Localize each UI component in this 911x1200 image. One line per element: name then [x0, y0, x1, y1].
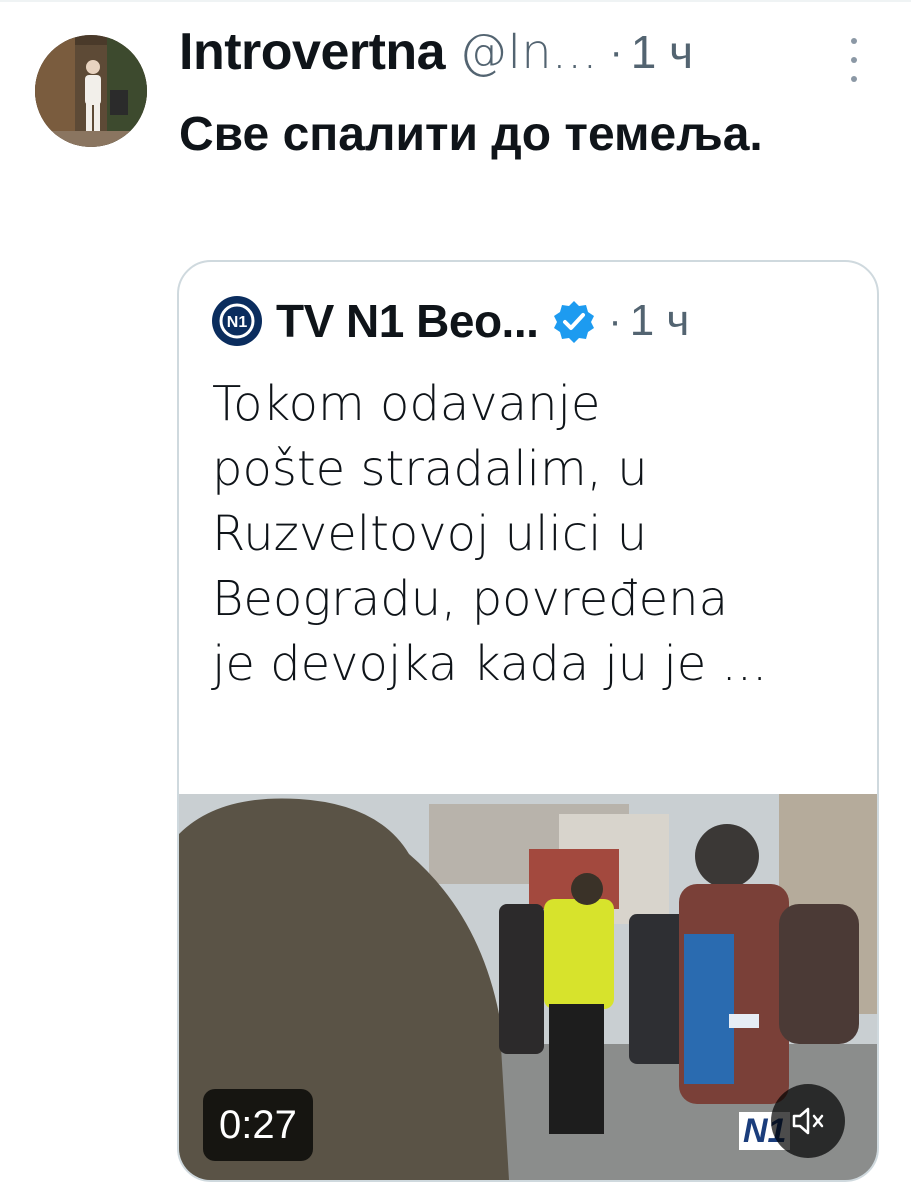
tweet-header: Introvertna @In... · 1 ч — [179, 22, 693, 82]
video-player[interactable]: 0:27 N1 — [179, 794, 877, 1180]
svg-text:N1: N1 — [227, 314, 248, 331]
quoted-tweet-header: N1 TV N1 Beo... · 1 ч — [212, 290, 689, 352]
author-display-name[interactable]: Introvertna — [179, 22, 446, 82]
more-vertical-icon[interactable] — [848, 38, 860, 82]
quoted-tweet-card[interactable]: N1 TV N1 Beo... · 1 ч Tokom odavanje poš… — [177, 260, 879, 1182]
n1-logo-icon: N1 — [212, 296, 262, 346]
volume-muted-icon[interactable] — [771, 1084, 845, 1158]
separator-dot: · — [609, 29, 623, 74]
video-duration: 0:27 — [203, 1089, 313, 1161]
tweet-text: Све спалити до темеља. — [179, 108, 763, 161]
author-avatar[interactable] — [35, 35, 147, 147]
tweet-timestamp[interactable]: 1 ч — [631, 25, 693, 79]
avatar-photo — [35, 35, 147, 147]
top-divider — [0, 0, 911, 2]
quoted-author-name[interactable]: TV N1 Beo... — [276, 294, 539, 348]
quoted-tweet-text: Tokom odavanje pošte stradalim, u Ruzvel… — [212, 376, 768, 692]
separator-dot: · — [608, 298, 622, 343]
verified-badge-icon — [552, 299, 596, 343]
quoted-timestamp[interactable]: 1 ч — [630, 296, 690, 346]
author-handle[interactable]: @In... — [459, 24, 597, 80]
